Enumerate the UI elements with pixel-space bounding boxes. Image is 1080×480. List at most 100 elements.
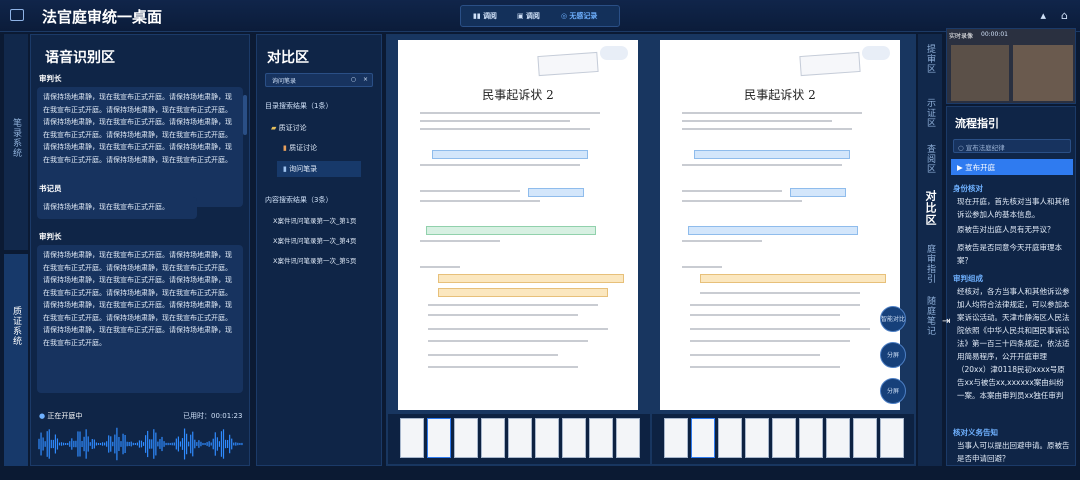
content-heading: 内容搜索结果（3条）: [265, 196, 333, 204]
tab-evidence[interactable]: 示证区: [924, 98, 937, 128]
doc-right-title: 民事起诉状 2: [744, 88, 816, 102]
rail-notes-label: 笔录系统: [11, 118, 21, 158]
close-icon[interactable]: ×: [363, 76, 368, 83]
doc-right-controls[interactable]: [862, 46, 890, 60]
doc-right[interactable]: 民事起诉状 2: [660, 40, 900, 410]
tree-item[interactable]: ▮ 质证讨论: [283, 143, 317, 153]
page-thumbnail[interactable]: [454, 418, 478, 458]
page-thumbnail[interactable]: [535, 418, 559, 458]
collapse-handle-icon[interactable]: ⇥: [942, 316, 950, 327]
folder-icon: ▰: [271, 124, 277, 132]
rail-evidence-label: 质证系统: [11, 306, 21, 346]
speaker-label: 书记员: [39, 184, 62, 193]
page-thumbnail[interactable]: [508, 418, 532, 458]
tab-notes[interactable]: 随庭笔记: [924, 296, 937, 336]
toolbar-btn-3[interactable]: ◎ 无感记录: [561, 11, 597, 21]
speech-scrollbar[interactable]: [243, 95, 247, 135]
speaker-label: 审判长: [39, 74, 62, 83]
smart-compare-button[interactable]: 智能对比: [880, 306, 906, 332]
waveform: [38, 427, 243, 461]
toolbar-btn-2[interactable]: ▣ 调阅: [517, 11, 540, 21]
dir-heading: 目录搜索结果（1条）: [265, 102, 333, 110]
page-thumbnail[interactable]: [880, 418, 904, 458]
doc-left[interactable]: 民事起诉状 2: [398, 40, 638, 410]
center-toolbar: ▮▮ 调阅 ▣ 调阅 ◎ 无感记录: [460, 5, 620, 27]
guide-heading: 审判组成: [953, 274, 983, 283]
video-feed[interactable]: 实时录像 00:00:01: [946, 28, 1076, 104]
speech-bubble: 请保持场地肃静，现在我宣布正式开庭。: [37, 197, 197, 219]
result-item[interactable]: X案件讯问笔录第一次_第1页: [273, 215, 356, 225]
page-thumbnail[interactable]: [562, 418, 586, 458]
doc-left-title: 民事起诉状 2: [482, 88, 554, 102]
split-screen-button[interactable]: 分屏: [880, 342, 906, 368]
compare-search-input[interactable]: 询问笔录 ○ ×: [265, 73, 373, 87]
split-screen-button-2[interactable]: 分屏: [880, 378, 906, 404]
speech-title: 语音识别区: [45, 50, 115, 66]
guide-heading: 身份核对: [953, 184, 983, 193]
speech-bubble: 请保持场地肃静，现在我宣布正式开庭。请保持场地肃静，现在我宣布正式开庭。请保持场…: [37, 245, 243, 393]
play-icon: ▶: [957, 163, 963, 172]
page-thumbnail[interactable]: [853, 418, 877, 458]
page-thumbnail[interactable]: [718, 418, 742, 458]
file-icon: ▮: [283, 144, 287, 152]
guide-item: 经核对，各方当事人和其他诉讼参加人均符合法律规定，可以参加本案诉讼活动。天津市静…: [957, 287, 1070, 400]
mic-icon: ●: [39, 412, 46, 420]
left-rail-top[interactable]: 笔录系统: [4, 34, 28, 250]
guide-title: 流程指引: [955, 117, 999, 130]
guide-item: 原被告对出庭人员有无异议？: [957, 225, 1055, 234]
toolbar-btn-1[interactable]: ▮▮ 调阅: [473, 11, 497, 21]
doc-stamp: [799, 51, 861, 77]
file-icon: ▮: [283, 165, 287, 173]
page-thumbnail[interactable]: [616, 418, 640, 458]
camera-left: [951, 45, 1009, 101]
tab-arraignment[interactable]: 提审区: [924, 44, 937, 74]
guide-search-input[interactable]: ○ 宣布法庭纪律: [953, 139, 1071, 153]
search-icon: ○: [958, 144, 964, 152]
home-icon[interactable]: ⌂: [1061, 9, 1068, 22]
page-thumbnail[interactable]: [691, 418, 715, 458]
result-item[interactable]: X案件讯问笔录第一次_第5页: [273, 255, 356, 265]
camera-right: [1013, 45, 1073, 101]
guide-item: 原被告是否同意今天开庭审理本案？: [957, 243, 1062, 265]
page-thumbnail[interactable]: [427, 418, 451, 458]
guide-panel: 流程指引 ○ 宣布法庭纪律 ▶ 宣布开庭 身份核对 现在开庭，首先核对当事人和其…: [946, 106, 1076, 466]
thumb-strip-left[interactable]: [388, 414, 650, 464]
search-icon[interactable]: ○: [351, 76, 356, 83]
status-text: 正在开庭中: [47, 412, 83, 420]
thumb-strip-right[interactable]: [652, 414, 914, 464]
tree-item[interactable]: ▰ 质证讨论: [271, 123, 307, 133]
tab-trial-guide[interactable]: 庭审指引: [924, 244, 937, 284]
title-bar: 法官庭审统一桌面 ▮▮ 调阅 ▣ 调阅 ◎ 无感记录 ▴ ⌂: [0, 0, 1080, 32]
page-thumbnail[interactable]: [772, 418, 796, 458]
doc-left-controls[interactable]: [600, 46, 628, 60]
video-label: 实时录像: [949, 33, 974, 40]
compare-title: 对比区: [267, 50, 309, 66]
fullscreen-icon[interactable]: ▴: [1040, 9, 1046, 22]
page-thumbnail[interactable]: [664, 418, 688, 458]
page-thumbnail[interactable]: [826, 418, 850, 458]
active-step[interactable]: ▶ 宣布开庭: [951, 159, 1073, 175]
elapsed-time: 已用时：00:01:23: [183, 412, 243, 420]
speech-panel: 语音识别区 审判长 请保持场地肃静，现在我宣布正式开庭。请保持场地肃静，现在我宣…: [30, 34, 250, 466]
page-thumbnail[interactable]: [589, 418, 613, 458]
page-thumbnail[interactable]: [481, 418, 505, 458]
tab-review[interactable]: 查阅区: [924, 144, 937, 174]
tab-compare[interactable]: 对比区: [922, 190, 938, 226]
page-thumbnail[interactable]: [799, 418, 823, 458]
app-icon: [10, 9, 24, 21]
guide-heading: 核对义务告知: [953, 428, 998, 437]
guide-item: 现在开庭，首先核对当事人和其他诉讼参加人的基本信息。: [957, 197, 1070, 219]
doc-stamp: [537, 51, 599, 77]
page-thumbnail[interactable]: [745, 418, 769, 458]
result-item[interactable]: X案件讯问笔录第一次_第4页: [273, 235, 356, 245]
tree-item-selected[interactable]: ▮ 询问笔录: [277, 161, 361, 177]
guide-item: 当事人可以提出回避申请。原被告是否申请回避？: [957, 441, 1070, 463]
left-rail-bottom[interactable]: 质证系统: [4, 254, 28, 466]
app-title: 法官庭审统一桌面: [42, 8, 163, 26]
speaker-label: 审判长: [39, 232, 62, 241]
side-tab-rail: 提审区 示证区 查阅区 对比区 庭审指引 随庭笔记: [918, 34, 942, 466]
page-thumbnail[interactable]: [400, 418, 424, 458]
speech-bubble: 请保持场地肃静，现在我宣布正式开庭。请保持场地肃静，现在我宣布正式开庭。请保持场…: [37, 87, 243, 207]
status-row: ● 正在开庭中: [39, 411, 82, 421]
compare-panel: 对比区 询问笔录 ○ × 目录搜索结果（1条） ▰ 质证讨论 ▮ 质证讨论 ▮ 询问…: [256, 34, 382, 466]
